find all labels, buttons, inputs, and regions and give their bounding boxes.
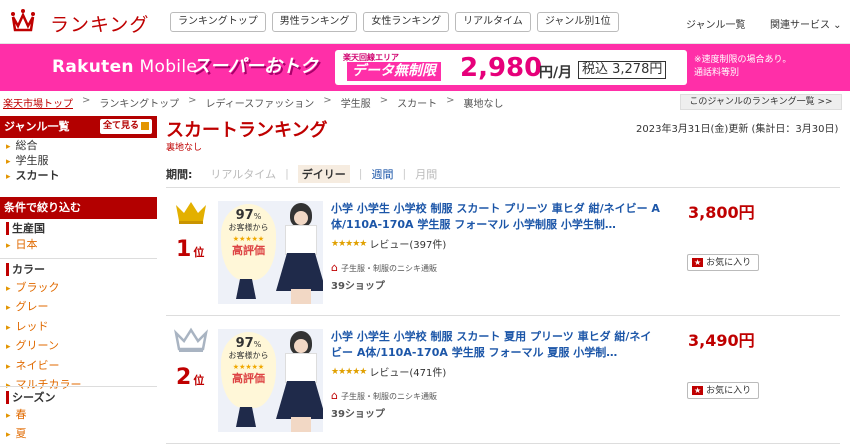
review-link[interactable]: レビュー(471件) (369, 364, 446, 379)
season-item-spring[interactable]: 春 (6, 406, 27, 425)
breadcrumb-current: 裏地なし (463, 99, 504, 110)
product-price: 3,490円 (688, 331, 755, 350)
star-rating-icon: ★★★★★ (331, 366, 367, 377)
breadcrumb-student-wear[interactable]: 学生服 (341, 95, 371, 110)
rating-badge: 97% お客様から ★★★★★ 高評価 (221, 204, 276, 280)
season-title: シーズン (6, 391, 55, 404)
product-image[interactable]: 97% お客様から ★★★★★ 高評価 (218, 201, 323, 304)
season-item-summer[interactable]: 夏 (6, 425, 27, 444)
favorite-button[interactable]: お気に入り (687, 382, 759, 399)
model-skirt (276, 253, 323, 291)
review-rating: ★★★★★ レビュー(471件) (331, 364, 446, 380)
breadcrumb-ranking-top[interactable]: ランキングトップ (99, 95, 179, 110)
genre-item-skirt[interactable]: スカート (6, 169, 60, 184)
shop-link[interactable]: 子生服・制服のニシキ通販 (331, 389, 437, 402)
ranking-item: 2位 97% お客様から ★★★★★ 高評価 小学 小学生 小学校 制服 スカート 夏… (166, 317, 840, 444)
gold-crown-icon (176, 202, 206, 224)
ranking-title[interactable]: ランキング (50, 10, 149, 37)
breadcrumb-ladies[interactable]: レディースファッション (205, 95, 314, 110)
star-rating-icon: ★★★★★ (331, 238, 367, 249)
promo-banner[interactable]: Rakuten Mobile スーパーおトク 楽天回線エリア データ無制限 2,… (0, 44, 850, 91)
color-item-gray[interactable]: グレー (6, 298, 82, 317)
banner-brand: Rakuten Mobile (52, 57, 198, 77)
skirt-thumbnail (236, 407, 256, 427)
top-header: ランキング ランキングトップ 男性ランキング 女性ランキング リアルタイム ジャ… (0, 0, 850, 44)
product-price: 3,800円 (688, 203, 755, 222)
period-monthly[interactable]: 月間 (415, 166, 437, 182)
genre-list-link[interactable]: ジャンル一覧 (686, 16, 746, 31)
model-legs (291, 289, 311, 304)
color-item-green[interactable]: グリーン (6, 337, 82, 356)
rating-badge: 97% お客様から ★★★★★ 高評価 (221, 332, 276, 408)
genre-item-overall[interactable]: 総合 (6, 139, 60, 154)
see-all-button[interactable]: 全て見る (99, 119, 152, 134)
tab-genre-first[interactable]: ジャンル別1位 (536, 12, 619, 32)
review-link[interactable]: レビュー(397件) (369, 236, 446, 251)
period-realtime[interactable]: リアルタイム (210, 166, 276, 182)
shop-badge: 39ショップ (331, 281, 385, 292)
shop-badge: 39ショップ (331, 409, 385, 420)
model-legs (291, 417, 311, 432)
color-item-black[interactable]: ブラック (6, 279, 82, 298)
skirt-thumbnail (236, 279, 256, 299)
tab-male-ranking[interactable]: 男性ランキング (271, 12, 358, 32)
genre-list: 総合 学生服 スカート (6, 139, 60, 184)
filter-tag: 裏地なし (166, 143, 203, 153)
period-weekly[interactable]: 週間 (372, 166, 394, 182)
breadcrumb: 楽天市場トップ > ランキングトップ > レディースファッション > 学生服 > スカー… (3, 95, 504, 110)
breadcrumb-skirt[interactable]: スカート (397, 95, 437, 110)
tab-realtime[interactable]: リアルタイム (455, 12, 531, 32)
related-services-link[interactable]: 関連サービス ⌄ (770, 16, 842, 31)
tab-ranking-top[interactable]: ランキングトップ (170, 12, 266, 32)
filter-header: 条件で絞り込む (0, 197, 157, 219)
origin-title: 生産国 (6, 222, 45, 235)
updated-date: 2023年3月31日(金)更新 (集計日：3月30日) (636, 124, 839, 135)
origin-list: 日本 (6, 238, 38, 253)
silver-crown-icon (174, 327, 208, 352)
period-tabs: 期間: リアルタイム | デイリー | 週間 | 月間 (166, 160, 840, 188)
banner-price-box: 楽天回線エリア データ無制限 2,980 円/月 税込 3,278円 (335, 50, 687, 85)
model-face (294, 339, 308, 353)
color-title: カラー (6, 263, 45, 276)
page-title: スカートランキング (166, 120, 328, 141)
rank-number: 1位 (176, 237, 205, 262)
model-shirt (285, 353, 317, 383)
banner-price: 2,980 (460, 53, 543, 83)
banner-unlimited: データ無制限 (347, 62, 441, 81)
other-genre-ranking-link[interactable]: このジャンルのランキング一覧 >> (680, 94, 842, 110)
crown-logo-icon[interactable] (10, 8, 36, 34)
favorite-button[interactable]: お気に入り (687, 254, 759, 271)
product-image[interactable]: 97% お客様から ★★★★★ 高評価 (218, 329, 323, 432)
genre-item-student-wear[interactable]: 学生服 (6, 154, 60, 169)
banner-super-deal: スーパーおトク (192, 56, 318, 77)
arrow-icon (141, 121, 149, 130)
divider (0, 258, 157, 259)
color-item-red[interactable]: レッド (6, 318, 82, 337)
tab-female-ranking[interactable]: 女性ランキング (363, 12, 450, 32)
period-label: 期間: (166, 167, 193, 181)
banner-tax: 税込 3,278円 (578, 61, 667, 79)
banner-unit: 円/月 (539, 65, 573, 81)
divider (0, 386, 157, 387)
rank-number: 2位 (176, 365, 205, 390)
period-daily[interactable]: デイリー (297, 164, 350, 183)
season-list: 春 夏 (6, 406, 27, 444)
model-shirt (285, 225, 317, 255)
nav-tabs: ランキングトップ 男性ランキング 女性ランキング リアルタイム ジャンル別1位 (170, 12, 619, 32)
color-list: ブラック グレー レッド グリーン ネイビー マルチカラー (6, 279, 82, 395)
origin-item-japan[interactable]: 日本 (6, 238, 38, 253)
review-rating: ★★★★★ レビュー(397件) (331, 236, 446, 252)
genre-list-header: ジャンル一覧 全て見る (0, 116, 157, 138)
color-item-navy[interactable]: ネイビー (6, 357, 82, 376)
model-face (294, 211, 308, 225)
breadcrumb-home[interactable]: 楽天市場トップ (3, 95, 73, 110)
banner-note: ※速度制限の場合あり。 通話料等別 (694, 55, 792, 78)
model-skirt (276, 381, 323, 419)
shop-link[interactable]: 子生服・制服のニシキ通販 (331, 261, 437, 274)
ranking-item: 1位 97% お客様から ★★★★★ 高評価 小学 小学生 小学校 制服 スカート プ… (166, 189, 840, 316)
